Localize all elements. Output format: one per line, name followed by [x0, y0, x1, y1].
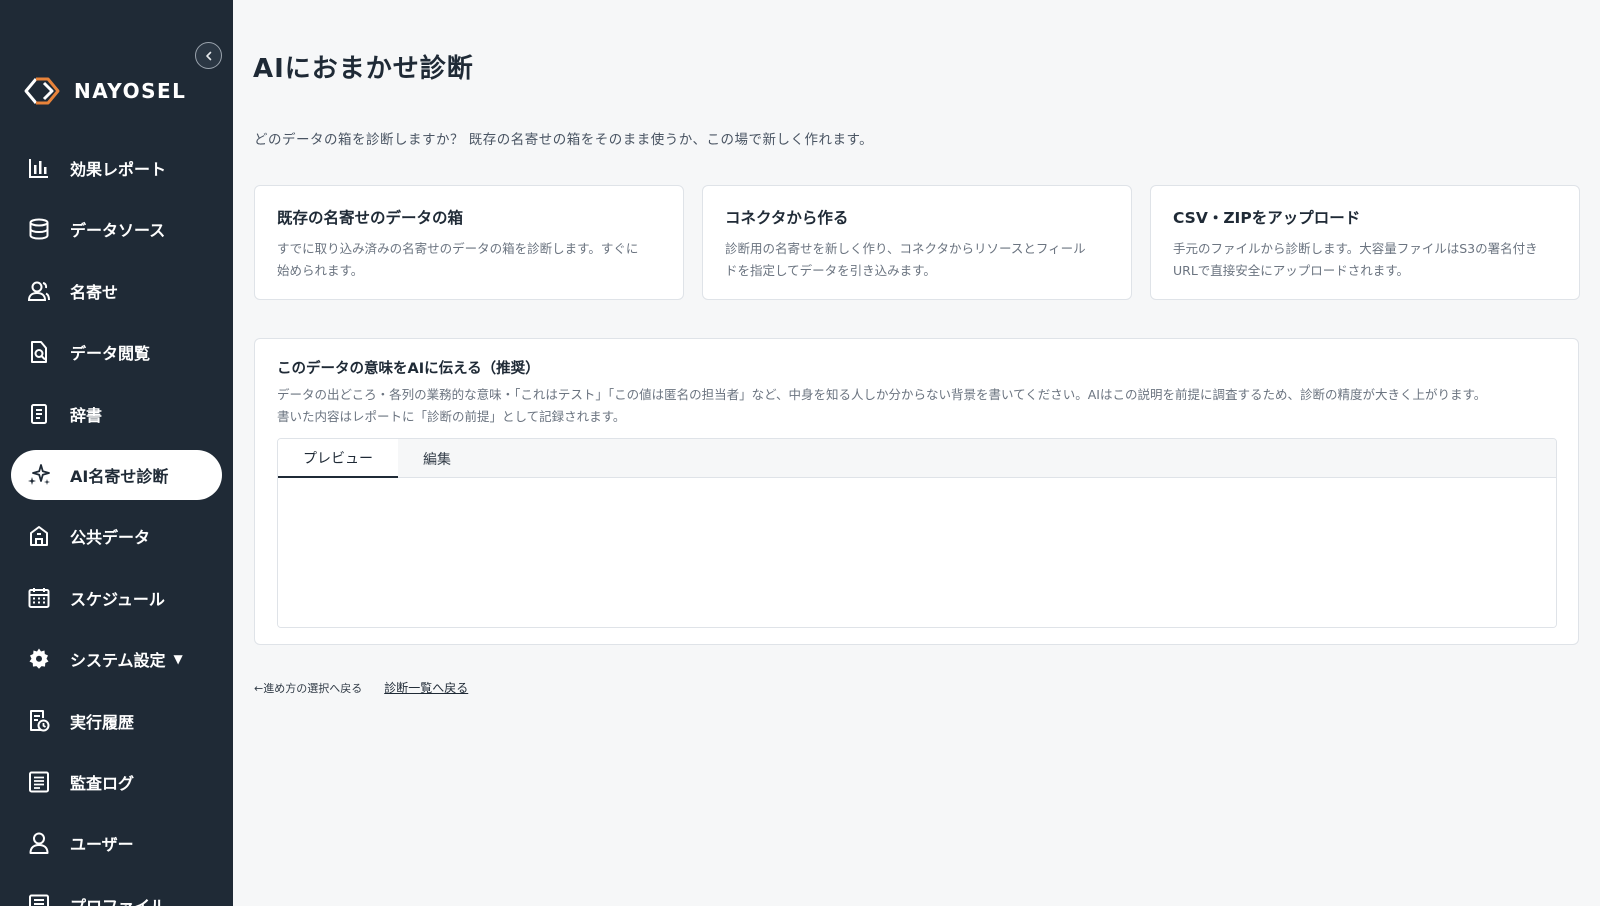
- editor-tabs: プレビュー 編集: [278, 439, 1556, 478]
- brand-name: NAYOSEL: [74, 79, 187, 103]
- back-to-diagnosis-list-link[interactable]: 診断一覧へ戻る: [384, 679, 468, 696]
- sidebar-item-schedule[interactable]: スケジュール: [0, 573, 233, 623]
- calendar-icon: [26, 585, 52, 611]
- users-icon: [26, 278, 52, 304]
- panel-description-line: データの出どころ・各列の業務的な意味・「これはテスト」「この値は匿名の担当者」な…: [277, 387, 1487, 402]
- page-subtitle: どのデータの箱を診断しますか？ 既存の名寄せの箱をそのまま使うか、この場で新しく…: [254, 132, 874, 148]
- sidebar-item-datasource[interactable]: データソース: [0, 204, 233, 254]
- sidebar-item-nayose[interactable]: 名寄せ: [0, 266, 233, 316]
- sidebar-item-ai-diagnosis[interactable]: AI名寄せ診断: [11, 449, 222, 500]
- footer-navigation: ←進め方の選択へ戻る 診断一覧へ戻る: [254, 679, 468, 696]
- sidebar-item-label: AI名寄せ診断: [70, 466, 169, 486]
- card-description-line: URLで直接安全にアップロードされます。: [1173, 263, 1410, 278]
- source-option-cards: 既存の名寄せのデータの箱 すでに取り込み済みの名寄せのデータの箱を診断します。す…: [254, 185, 1580, 300]
- sidebar-item-label: 名寄せ: [70, 282, 119, 302]
- sidebar-item-label: 辞書: [70, 405, 103, 425]
- tab-preview[interactable]: プレビュー: [278, 439, 398, 478]
- book-icon: [26, 401, 52, 427]
- main-content: AIにおまかせ診断 どのデータの箱を診断しますか？ 既存の名寄せの箱をそのまま使…: [233, 0, 1600, 906]
- sidebar-item-history[interactable]: 実行履歴: [0, 696, 233, 746]
- profile-icon: [26, 892, 52, 906]
- chevron-down-icon: ▼: [173, 652, 183, 667]
- panel-description: データの出どころ・各列の業務的な意味・「これはテスト」「この値は匿名の担当者」な…: [277, 384, 1557, 428]
- sidebar-item-audit-log[interactable]: 監査ログ: [0, 757, 233, 807]
- sidebar-item-label: 監査ログ: [70, 773, 135, 793]
- chevron-left-icon: [205, 51, 211, 60]
- card-description: 手元のファイルから診断します。大容量ファイルはS3の署名付き URLで直接安全に…: [1173, 238, 1557, 282]
- document-search-icon: [26, 339, 52, 365]
- sidebar-nav: 効果レポート データソース 名寄せ データ閲覧 辞書 AI名寄せ診断 公共データ…: [0, 143, 233, 906]
- sidebar-item-users[interactable]: ユーザー: [0, 818, 233, 868]
- sidebar-item-label: プロファイル: [70, 893, 166, 906]
- collapse-sidebar-button[interactable]: [195, 42, 222, 69]
- sidebar-item-profile[interactable]: プロファイル: [0, 880, 233, 906]
- sidebar-item-label: 実行履歴: [70, 712, 135, 732]
- card-title: 既存の名寄せのデータの箱: [277, 209, 464, 227]
- sidebar-item-system-settings[interactable]: システム設定 ▼: [0, 634, 233, 684]
- sidebar-item-label: ユーザー: [70, 835, 134, 855]
- gear-icon: [26, 646, 52, 672]
- sidebar-item-label: データ閲覧: [70, 344, 151, 364]
- sidebar-item-label: 効果レポート: [70, 160, 167, 179]
- sidebar-item-label: システム設定: [70, 651, 166, 671]
- nayosel-logo-icon: [24, 77, 60, 105]
- sidebar-item-dictionary[interactable]: 辞書: [0, 389, 233, 439]
- sidebar-item-label: スケジュール: [70, 589, 165, 609]
- card-description: 診断用の名寄せを新しく作り、コネクタからリソースとフィール ドを指定してデータを…: [725, 238, 1109, 282]
- sidebar-item-label: 公共データ: [70, 528, 151, 548]
- data-context-panel: このデータの意味をAIに伝える（推奨） データの出どころ・各列の業務的な意味・「…: [254, 338, 1579, 645]
- tab-edit[interactable]: 編集: [398, 439, 476, 478]
- card-title: CSV・ZIPをアップロード: [1173, 209, 1361, 227]
- card-description-line: ドを指定してデータを引き込みます。: [725, 263, 936, 278]
- bar-chart-icon: [26, 155, 52, 181]
- user-icon: [26, 830, 52, 856]
- card-description-line: すでに取り込み済みの名寄せのデータの箱を診断します。すぐに: [277, 241, 639, 256]
- card-description-line: 診断用の名寄せを新しく作り、コネクタからリソースとフィール: [725, 241, 1086, 256]
- sparkles-icon: [26, 462, 52, 488]
- card-description: すでに取り込み済みの名寄せのデータの箱を診断します。すぐに 始められます。: [277, 238, 661, 282]
- card-title: コネクタから作る: [725, 209, 849, 227]
- sidebar-item-public-data[interactable]: 公共データ: [0, 511, 233, 561]
- editor-preview-area[interactable]: [278, 478, 1556, 627]
- sidebar-item-data-browse[interactable]: データ閲覧: [0, 327, 233, 377]
- card-description-line: 始められます。: [277, 263, 364, 278]
- option-card-existing-box[interactable]: 既存の名寄せのデータの箱 すでに取り込み済みの名寄せのデータの箱を診断します。す…: [254, 185, 684, 300]
- panel-description-line: 書いた内容はレポートに「診断の前提」として記録されます。: [277, 409, 626, 424]
- database-icon: [26, 216, 52, 242]
- option-card-connector[interactable]: コネクタから作る 診断用の名寄せを新しく作り、コネクタからリソースとフィール ド…: [702, 185, 1132, 300]
- building-icon: [26, 523, 52, 549]
- card-description-line: 手元のファイルから診断します。大容量ファイルはS3の署名付き: [1173, 241, 1538, 256]
- history-icon: [26, 708, 52, 734]
- sidebar-item-label: データソース: [70, 221, 166, 241]
- brand-logo[interactable]: NAYOSEL: [22, 76, 186, 106]
- option-card-upload[interactable]: CSV・ZIPをアップロード 手元のファイルから診断します。大容量ファイルはS3…: [1150, 185, 1580, 300]
- sidebar: NAYOSEL 効果レポート データソース 名寄せ データ閲覧 辞書 AI名寄せ…: [0, 0, 233, 906]
- page-title: AIにおまかせ診断: [253, 54, 474, 84]
- markdown-editor: プレビュー 編集: [277, 438, 1557, 628]
- back-to-method-selection-link[interactable]: ←進め方の選択へ戻る: [254, 680, 362, 696]
- panel-title: このデータの意味をAIに伝える（推奨）: [277, 361, 540, 377]
- sidebar-item-report[interactable]: 効果レポート: [0, 143, 233, 193]
- log-icon: [26, 769, 52, 795]
